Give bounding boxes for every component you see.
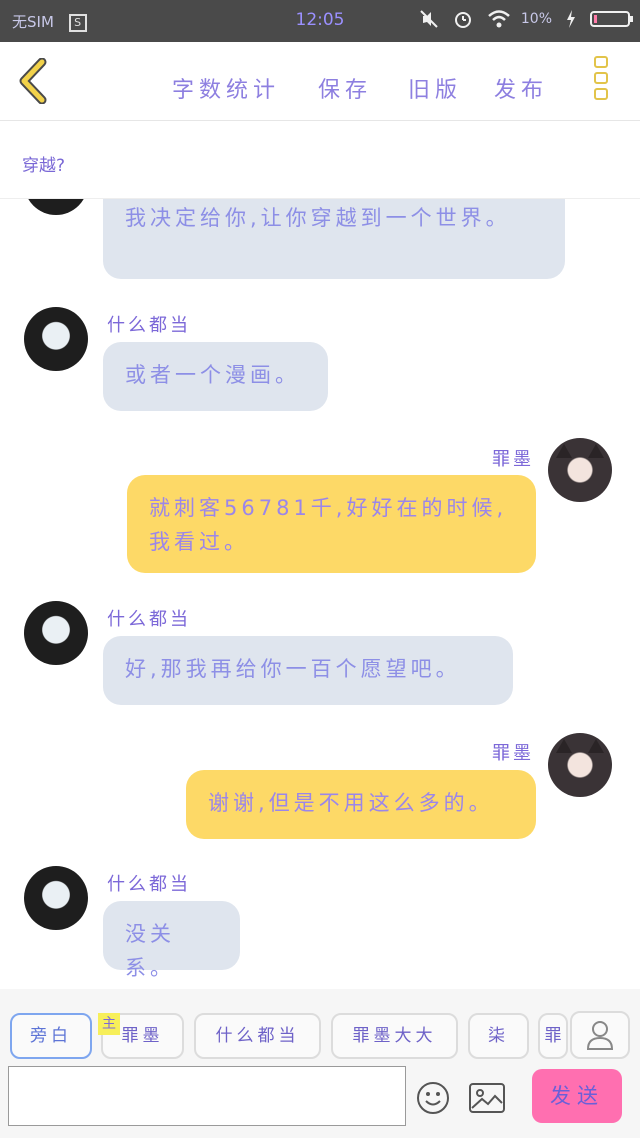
role-tab-qi[interactable]: 柒 xyxy=(468,1013,529,1059)
avatar[interactable] xyxy=(24,199,88,215)
avatar[interactable] xyxy=(24,307,88,371)
word-count-button[interactable]: 字数统计 xyxy=(172,72,280,104)
person-icon xyxy=(586,1021,614,1050)
menu-dot-icon xyxy=(594,56,608,68)
avatar[interactable] xyxy=(24,601,88,665)
sender-name: 罪墨 xyxy=(492,449,534,470)
battery-level xyxy=(594,15,597,23)
avatar[interactable] xyxy=(24,866,88,930)
message-bubble[interactable]: 没关系。 xyxy=(103,901,240,980)
top-toolbar: 字数统计 保存 旧版 发布 xyxy=(0,42,640,121)
image-icon xyxy=(469,1083,505,1113)
avatar-ear xyxy=(588,739,604,753)
wifi-icon xyxy=(487,9,510,29)
message-bubble[interactable]: 或者一个漫画。 xyxy=(103,342,328,411)
message-bubble[interactable]: 我决定给你,让你穿越到一个世界。 xyxy=(103,199,565,279)
chat-title[interactable]: 穿越? xyxy=(22,151,65,176)
avatar[interactable] xyxy=(548,733,612,797)
message-input[interactable] xyxy=(8,1066,406,1126)
alarm-icon xyxy=(453,9,473,29)
charging-icon xyxy=(566,9,576,29)
role-tab-shenme[interactable]: 什么都当 xyxy=(194,1013,321,1059)
sender-name: 什么都当 xyxy=(107,609,191,630)
role-tab-narrator[interactable]: 旁白 xyxy=(10,1013,92,1059)
chevron-left-icon xyxy=(19,57,47,105)
chat-title-bar: 穿越? xyxy=(0,121,640,199)
old-version-button[interactable]: 旧版 xyxy=(408,72,462,104)
send-button[interactable]: 发送 xyxy=(532,1069,622,1123)
battery-icon xyxy=(590,11,633,27)
message-bubble[interactable]: 好,那我再给你一百个愿望吧。 xyxy=(103,636,513,705)
avatar-ear xyxy=(556,444,572,458)
sender-name: 什么都当 xyxy=(107,315,191,336)
more-menu-button[interactable] xyxy=(594,56,614,108)
role-tab-zuimo-dada[interactable]: 罪墨大大 xyxy=(331,1013,458,1059)
message-bubble[interactable]: 谢谢,但是不用这么多的。 xyxy=(186,770,536,839)
avatar-ear xyxy=(588,444,604,458)
menu-dot-icon xyxy=(594,88,608,100)
avatar-ear xyxy=(556,739,572,753)
menu-dot-icon xyxy=(594,72,608,84)
message-list[interactable]: 我决定给你,让你穿越到一个世界。 什么都当 或者一个漫画。 罪墨 就刺客5678… xyxy=(0,199,640,989)
status-right: 10% xyxy=(419,9,633,29)
save-button[interactable]: 保存 xyxy=(318,72,372,104)
publish-button[interactable]: 发布 xyxy=(494,72,548,104)
smiley-icon xyxy=(417,1082,449,1114)
add-role-button[interactable] xyxy=(570,1011,630,1059)
input-panel: 旁白 罪墨 主 什么都当 罪墨大大 柒 罪 发送 xyxy=(0,989,640,1138)
image-button[interactable] xyxy=(468,1081,506,1115)
back-button[interactable] xyxy=(14,57,54,105)
avatar[interactable] xyxy=(548,438,612,502)
sender-name: 什么都当 xyxy=(107,874,191,895)
sender-name: 罪墨 xyxy=(492,743,534,764)
mute-icon xyxy=(419,9,439,29)
role-tab-partial[interactable]: 罪 xyxy=(538,1013,568,1059)
status-bar: 无SIM S 12:05 10% xyxy=(0,0,640,42)
host-badge: 主 xyxy=(98,1013,120,1035)
message-bubble[interactable]: 就刺客56781千,好好在的时候,我看过。 xyxy=(127,475,536,573)
battery-percent: 10% xyxy=(520,11,552,27)
emoji-button[interactable] xyxy=(416,1081,450,1115)
